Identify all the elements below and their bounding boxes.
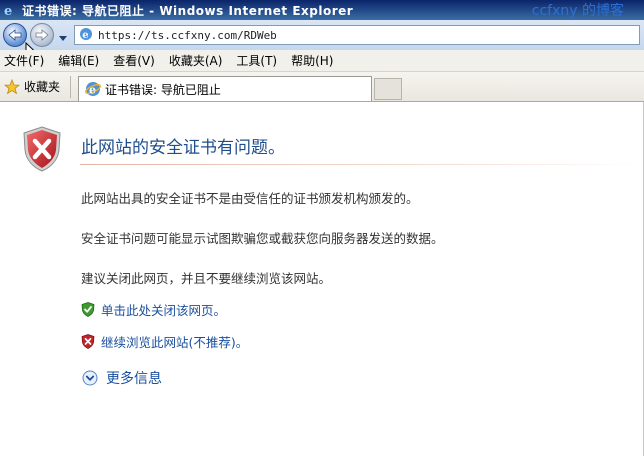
- menu-file[interactable]: 文件(F): [4, 52, 44, 69]
- back-button[interactable]: [3, 23, 27, 47]
- back-arrow-icon: [8, 29, 22, 41]
- close-page-link[interactable]: 单击此处关闭该网页。: [81, 300, 226, 319]
- svg-text:e: e: [89, 84, 96, 97]
- favorites-button[interactable]: 收藏夹: [4, 78, 60, 95]
- menu-bar: 文件(F) 编辑(E) 查看(V) 收藏夹(A) 工具(T) 帮助(H): [0, 50, 644, 72]
- warning-paragraph-2: 安全证书问题可能显示试图欺骗您或截获您向服务器发送的数据。: [81, 231, 444, 246]
- tab-title: 证书错误: 导航已阻止: [105, 82, 221, 97]
- close-page-link-text[interactable]: 单击此处关闭该网页。: [101, 300, 226, 319]
- menu-view[interactable]: 查看(V): [113, 52, 155, 69]
- expand-chevron-icon: [82, 370, 98, 386]
- menu-help[interactable]: 帮助(H): [291, 52, 333, 69]
- tab-bar: 收藏夹 e 证书错误: 导航已阻止: [0, 72, 644, 102]
- menu-edit[interactable]: 编辑(E): [58, 52, 99, 69]
- page-content: 此网站的安全证书有问题。 此网站出具的安全证书不是由受信任的证书颁发机构颁发的。…: [0, 102, 644, 456]
- warning-paragraph-3: 建议关闭此网页，并且不要继续浏览该网站。: [81, 271, 332, 286]
- heading-divider: [80, 164, 640, 165]
- ie-logo-icon: e: [2, 2, 18, 18]
- more-info-text[interactable]: 更多信息: [106, 368, 162, 388]
- active-tab[interactable]: e 证书错误: 导航已阻止: [78, 76, 372, 101]
- svg-text:e: e: [82, 30, 88, 41]
- star-icon: [4, 78, 20, 94]
- page-icon: e: [79, 27, 93, 44]
- watermark-text: ccfxny 的博客: [531, 3, 624, 19]
- menu-tools[interactable]: 工具(T): [236, 52, 277, 69]
- new-tab-button[interactable]: [374, 78, 402, 100]
- more-info-toggle[interactable]: 更多信息: [82, 368, 162, 388]
- menu-favorites[interactable]: 收藏夹(A): [169, 52, 223, 69]
- red-shield-icon: [81, 334, 95, 349]
- ie-page-icon: e: [85, 82, 101, 97]
- warning-paragraph-1: 此网站出具的安全证书不是由受信任的证书颁发机构颁发的。: [81, 191, 419, 206]
- address-bar[interactable]: e: [74, 25, 640, 45]
- continue-website-link-text[interactable]: 继续浏览此网站(不推荐)。: [101, 332, 248, 351]
- history-dropdown-icon[interactable]: [58, 31, 68, 45]
- forward-arrow-icon: [35, 29, 49, 41]
- continue-website-link[interactable]: 继续浏览此网站(不推荐)。: [81, 332, 248, 351]
- page-heading: 此网站的安全证书有问题。: [81, 138, 285, 158]
- green-shield-icon: [81, 302, 95, 317]
- error-shield-icon: [22, 126, 62, 175]
- tab-divider: [70, 76, 71, 98]
- window-title: 证书错误: 导航已阻止 - Windows Internet Explorer: [22, 3, 354, 18]
- navigation-bar: e: [0, 20, 644, 60]
- url-input[interactable]: [98, 28, 618, 42]
- svg-text:e: e: [4, 4, 12, 17]
- favorites-label: 收藏夹: [24, 80, 61, 94]
